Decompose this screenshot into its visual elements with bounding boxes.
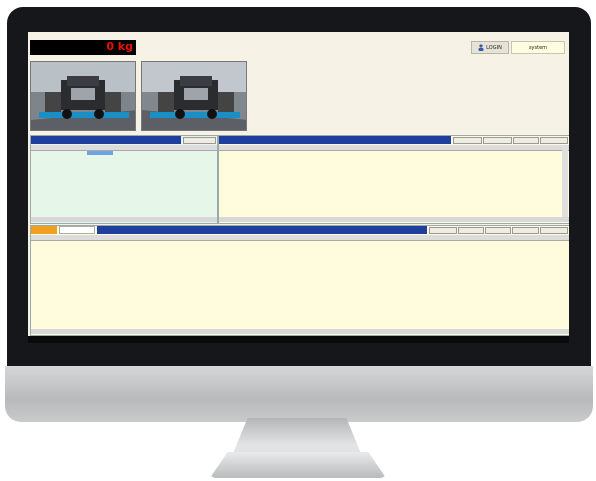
horizontal-scrollbar[interactable]	[219, 217, 569, 222]
horizontal-scrollbar[interactable]	[31, 217, 217, 222]
first-weigh-cell	[293, 159, 309, 163]
current-user: system	[511, 41, 565, 54]
login-area: LOGIN system	[471, 41, 565, 54]
horizontal-scrollbar[interactable]	[31, 329, 569, 334]
list-cell	[159, 151, 173, 155]
first-weigh-title	[219, 136, 451, 144]
first-weigh-button[interactable]	[513, 137, 539, 144]
first-weigh-cell	[511, 159, 523, 163]
list-panel	[30, 135, 218, 224]
user-icon	[478, 44, 484, 51]
table-row[interactable]	[31, 151, 217, 155]
second-weigh-button[interactable]	[458, 227, 484, 234]
list-cell	[137, 151, 155, 155]
camera-view-1	[30, 61, 136, 131]
app-screen: 0 kg LOGIN system	[28, 32, 569, 343]
monitor-chin	[5, 366, 593, 422]
list-panel-button[interactable]	[183, 137, 216, 144]
first-weigh-cell	[222, 159, 262, 163]
second-weigh-button[interactable]	[485, 227, 511, 234]
first-weigh-button[interactable]	[453, 137, 482, 144]
monitor-stand-base	[210, 452, 386, 478]
vertical-scrollbar[interactable]	[562, 145, 568, 217]
list-panel-title	[31, 136, 181, 144]
selected-cell	[87, 151, 113, 155]
first-weigh-cell	[311, 159, 325, 163]
second-weigh-button[interactable]	[512, 227, 539, 234]
weight-display: 0 kg	[30, 40, 136, 55]
status-bar	[28, 336, 569, 343]
second-weigh-button[interactable]	[429, 227, 457, 234]
first-weigh-panel	[218, 135, 569, 224]
list-cell	[33, 151, 63, 155]
login-button-label: LOGIN	[486, 44, 502, 51]
first-weigh-cell	[431, 159, 453, 163]
first-weigh-button[interactable]	[540, 137, 568, 144]
first-weigh-cell	[539, 159, 553, 163]
weight-value: 0 kg	[106, 40, 133, 53]
list-cell	[115, 151, 135, 155]
first-weigh-cell	[329, 159, 339, 163]
date-picker[interactable]	[59, 226, 95, 234]
first-weigh-button[interactable]	[483, 137, 512, 144]
second-weigh-button[interactable]	[540, 227, 568, 234]
second-weigh-panel	[30, 225, 569, 336]
camera-view-2	[141, 61, 247, 131]
second-weigh-grid-header	[31, 235, 569, 241]
table-row[interactable]	[219, 159, 569, 163]
monitor-stand-neck	[232, 418, 362, 456]
first-weigh-cell	[265, 159, 287, 163]
period-label	[31, 226, 57, 234]
login-button[interactable]: LOGIN	[471, 41, 509, 54]
first-weigh-cell	[419, 159, 429, 163]
second-weigh-title	[97, 226, 427, 234]
